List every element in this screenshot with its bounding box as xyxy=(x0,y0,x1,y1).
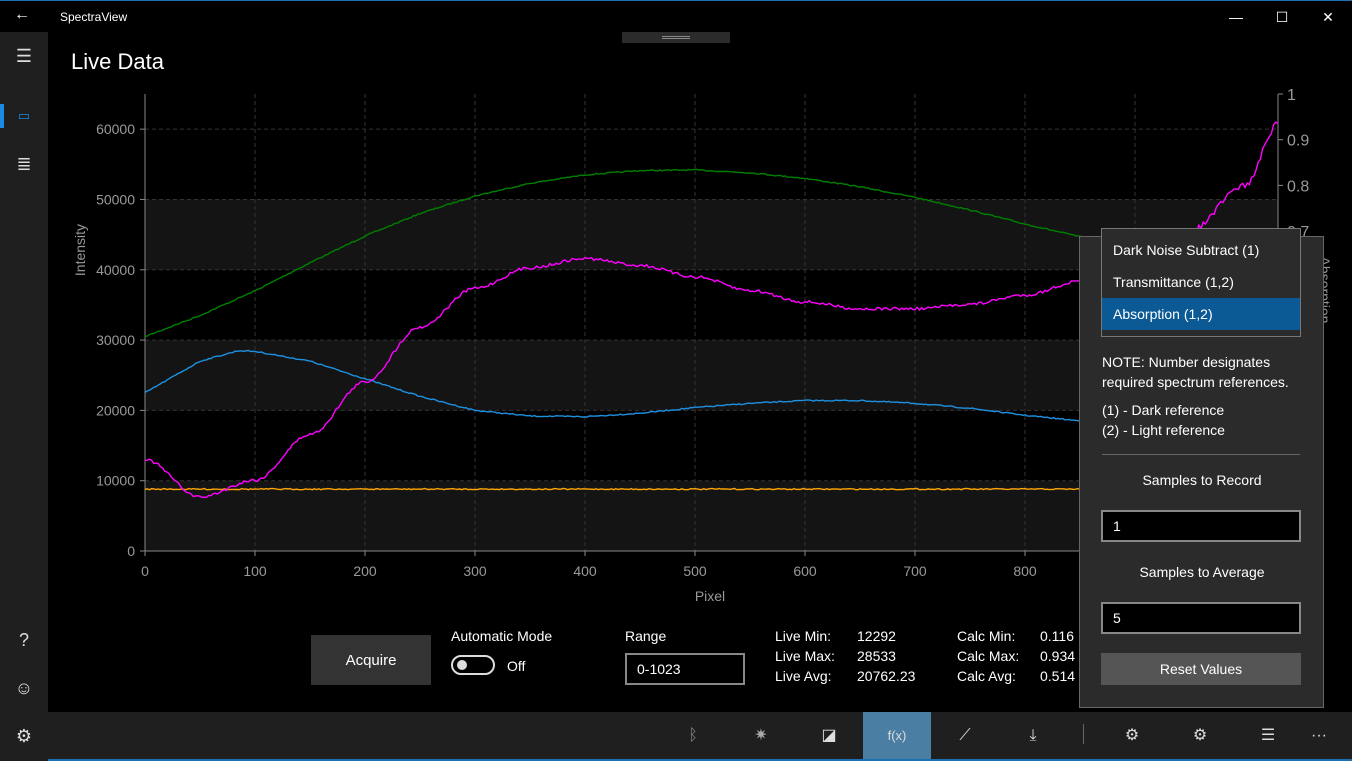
graph-points-icon[interactable]: ⟋ xyxy=(931,712,999,759)
range-input[interactable] xyxy=(625,653,745,685)
option-transmittance[interactable]: Transmittance (1,2) xyxy=(1102,266,1300,298)
samples-average-label: Samples to Average xyxy=(1139,564,1265,580)
y-axis-label: Intensity xyxy=(72,224,88,276)
y2-tick-label: 0.8 xyxy=(1287,178,1309,195)
acquire-button[interactable]: Acquire xyxy=(311,635,431,685)
y-tick-label: 0 xyxy=(127,543,135,559)
stats-label: Live Avg: xyxy=(775,668,832,684)
option-dark-noise-subtract[interactable]: Dark Noise Subtract (1) xyxy=(1102,234,1300,266)
function-button[interactable]: f(x) xyxy=(863,712,931,759)
x-tick-label: 100 xyxy=(243,563,267,579)
automatic-mode-state: Off xyxy=(507,658,526,674)
calc-value: 0.514 xyxy=(1040,668,1076,684)
y-tick-label: 60000 xyxy=(96,121,135,137)
reset-values-button[interactable]: Reset Values xyxy=(1101,653,1301,685)
stats-value: 20762.23 xyxy=(857,668,916,684)
note-text: NOTE: Number designates required spectru… xyxy=(1102,354,1289,390)
separator xyxy=(1083,724,1084,744)
x-axis-label: Pixel xyxy=(695,588,725,604)
stats-label: Live Min: xyxy=(775,628,832,644)
help-icon[interactable]: ? xyxy=(0,620,48,660)
x-tick-label: 400 xyxy=(573,563,597,579)
calc-label: Calc Min: xyxy=(957,628,1016,644)
x-tick-label: 700 xyxy=(903,563,927,579)
device-settings-icon[interactable]: ⚙ xyxy=(1098,712,1166,759)
option-absorption[interactable]: Absorption (1,2) xyxy=(1102,298,1300,330)
light-reference-note: (2) - Light reference xyxy=(1102,422,1225,438)
light-burst-icon[interactable]: ✷ xyxy=(727,712,795,759)
more-icon[interactable]: ··· xyxy=(1294,712,1344,759)
range-label: Range xyxy=(625,628,667,644)
x-tick-label: 300 xyxy=(463,563,487,579)
x-tick-label: 600 xyxy=(793,563,817,579)
dark-reference-note: (1) - Dark reference xyxy=(1102,402,1225,418)
samples-record-input[interactable] xyxy=(1101,510,1301,542)
automatic-mode-label: Automatic Mode xyxy=(451,628,553,644)
stats-value: 28533 xyxy=(857,648,896,664)
command-bar: ᛒ ✷ ◪ f(x) ⟋ ⤓ ⚙ ⚙ ☰ ··· xyxy=(48,712,1352,761)
stats-value: 12292 xyxy=(857,628,896,644)
automatic-mode-toggle[interactable] xyxy=(451,655,495,675)
calculation-dropdown-list: Dark Noise Subtract (1) Transmittance (1… xyxy=(1101,228,1301,337)
x-tick-label: 200 xyxy=(353,563,377,579)
calc-label: Calc Avg: xyxy=(957,668,1016,684)
x-tick-label: 500 xyxy=(683,563,707,579)
graph-settings-icon[interactable]: ⚙ xyxy=(1166,712,1234,759)
samples-record-label: Samples to Record xyxy=(1142,472,1262,488)
x-tick-label: 0 xyxy=(141,563,149,579)
resize-icon[interactable]: ◪ xyxy=(795,712,863,759)
stats-label: Live Max: xyxy=(775,648,835,664)
y-tick-label: 40000 xyxy=(96,262,135,278)
y-tick-label: 30000 xyxy=(96,332,135,348)
y-tick-label: 20000 xyxy=(96,402,135,418)
download-icon[interactable]: ⤓ xyxy=(999,712,1067,759)
smiley-feedback-icon[interactable]: ☺ xyxy=(0,668,48,708)
divider xyxy=(1102,454,1300,455)
list-icon[interactable]: ☰ xyxy=(1234,712,1302,759)
calc-label: Calc Max: xyxy=(957,648,1020,664)
y2-tick-label: 0.9 xyxy=(1287,133,1309,150)
y-tick-label: 10000 xyxy=(96,473,135,489)
y-tick-label: 50000 xyxy=(96,191,135,207)
y2-tick-label: 1 xyxy=(1287,87,1296,104)
settings-gear-icon[interactable]: ⚙ xyxy=(0,716,48,756)
samples-average-input[interactable] xyxy=(1101,602,1301,634)
bluetooth-icon[interactable]: ᛒ xyxy=(659,712,727,759)
calc-value: 0.934 xyxy=(1040,648,1076,664)
x-tick-label: 800 xyxy=(1013,563,1037,579)
calc-value: 0.116 xyxy=(1040,628,1074,644)
